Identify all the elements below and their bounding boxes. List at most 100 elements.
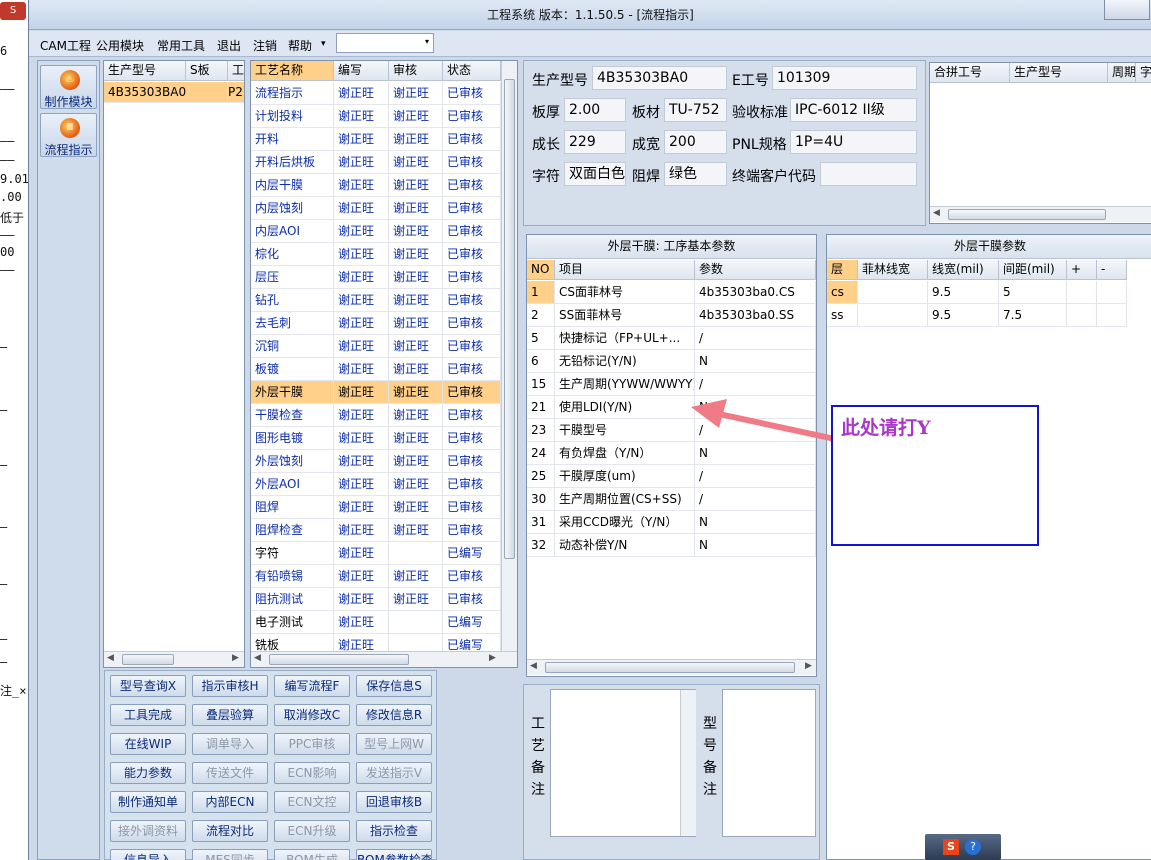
film-row-action[interactable]	[1097, 281, 1127, 304]
param-row-no[interactable]: 31	[527, 511, 555, 534]
process-row-name[interactable]: 阻抗测试	[251, 588, 334, 611]
input-method-icon[interactable]: S	[943, 839, 959, 855]
process-row-status[interactable]: 已编写	[443, 611, 501, 634]
process-row-writer[interactable]: 谢正旺	[334, 335, 389, 358]
process-row-writer[interactable]: 谢正旺	[334, 174, 389, 197]
action-button[interactable]: PPC审核	[274, 733, 350, 755]
process-row-reviewer[interactable]: 谢正旺	[389, 266, 443, 289]
merge-header-model[interactable]: 生产型号	[1010, 63, 1108, 83]
param-row-item[interactable]: 有负焊盘（Y/N）	[555, 442, 695, 465]
action-button[interactable]: 接外调资料	[110, 820, 186, 842]
process-row-name[interactable]: 内层蚀刻	[251, 197, 334, 220]
action-button[interactable]: 型号上网W	[356, 733, 432, 755]
process-row-reviewer[interactable]: 谢正旺	[389, 519, 443, 542]
thickness-value[interactable]: 2.00	[564, 98, 626, 122]
process-header-writer[interactable]: 编写	[334, 61, 389, 81]
process-row-reviewer[interactable]: 谢正旺	[389, 82, 443, 105]
film-row-film_width[interactable]	[858, 304, 928, 327]
action-button[interactable]: ECN影响	[274, 762, 350, 784]
process-row-status[interactable]: 已审核	[443, 266, 501, 289]
e-no-value[interactable]: 101309	[772, 66, 917, 90]
param-row-value[interactable]: N	[695, 534, 816, 557]
help-icon[interactable]: ?	[965, 839, 981, 855]
action-button[interactable]: 保存信息S	[356, 675, 432, 697]
param-row-no[interactable]: 25	[527, 465, 555, 488]
merge-header-cycle[interactable]: 周期	[1108, 63, 1136, 83]
process-row-writer[interactable]: 谢正旺	[334, 496, 389, 519]
process-row-name[interactable]: 阻焊	[251, 496, 334, 519]
process-row-writer[interactable]: 谢正旺	[334, 519, 389, 542]
process-row-status[interactable]: 已审核	[443, 289, 501, 312]
process-row-status[interactable]: 已审核	[443, 427, 501, 450]
process-row-name[interactable]: 层压	[251, 266, 334, 289]
params-hscroll[interactable]: ◀ ▶	[527, 659, 816, 675]
film-row-space[interactable]: 5	[999, 281, 1067, 304]
process-row-status[interactable]: 已审核	[443, 450, 501, 473]
film-header-layer[interactable]: 层	[827, 260, 858, 280]
param-row-no[interactable]: 1	[527, 281, 555, 304]
menu-cam[interactable]: CAM工程	[40, 37, 91, 54]
char-value[interactable]: 双面白色	[564, 162, 626, 186]
process-row-writer[interactable]: 谢正旺	[334, 220, 389, 243]
film-row-action[interactable]	[1097, 304, 1127, 327]
process-row-status[interactable]: 已审核	[443, 128, 501, 151]
process-row-writer[interactable]: 谢正旺	[334, 151, 389, 174]
menu-help-dropdown-icon[interactable]: ▾	[321, 39, 326, 49]
param-row-no[interactable]: 15	[527, 373, 555, 396]
param-row-value[interactable]: /	[695, 373, 816, 396]
process-row-status[interactable]: 已审核	[443, 105, 501, 128]
param-row-value[interactable]: N	[695, 511, 816, 534]
film-header-width[interactable]: 线宽(mil)	[928, 260, 999, 280]
process-row-name[interactable]: 流程指示	[251, 82, 334, 105]
process-row-writer[interactable]: 谢正旺	[334, 82, 389, 105]
action-button[interactable]: 修改信息R	[356, 704, 432, 726]
process-row-reviewer[interactable]: 谢正旺	[389, 565, 443, 588]
param-row-no[interactable]: 24	[527, 442, 555, 465]
menu-common-module[interactable]: 公用模块	[96, 37, 144, 54]
scroll-left-icon[interactable]: ◀	[933, 208, 940, 218]
process-row-writer[interactable]: 谢正旺	[334, 427, 389, 450]
params-header-no[interactable]: NO	[527, 260, 555, 280]
action-button[interactable]: 信息导入	[110, 849, 186, 860]
close-button[interactable]	[1104, 0, 1150, 20]
menu-help[interactable]: 帮助	[288, 37, 312, 54]
process-row-name[interactable]: 计划投料	[251, 105, 334, 128]
process-row-reviewer[interactable]: 谢正旺	[389, 404, 443, 427]
action-button[interactable]: 回退审核B	[356, 791, 432, 813]
param-row-value[interactable]: /	[695, 327, 816, 350]
param-row-value[interactable]: /	[695, 488, 816, 511]
action-button[interactable]: ECN升级	[274, 820, 350, 842]
film-header-add[interactable]: +	[1067, 260, 1097, 280]
process-row-reviewer[interactable]: 谢正旺	[389, 174, 443, 197]
process-row-status[interactable]: 已审核	[443, 565, 501, 588]
process-row-name[interactable]: 外层AOI	[251, 473, 334, 496]
action-button[interactable]: MES同步	[192, 849, 268, 860]
menu-logout[interactable]: 注销	[253, 37, 277, 54]
film-header-space[interactable]: 间距(mil)	[999, 260, 1067, 280]
process-row-name[interactable]: 棕化	[251, 243, 334, 266]
process-row-status[interactable]: 已审核	[443, 312, 501, 335]
params-header-value[interactable]: 参数	[695, 260, 816, 280]
process-grid-vscroll[interactable]	[501, 61, 517, 651]
model-grid-cell-model[interactable]: 4B35303BA0	[104, 82, 228, 103]
process-row-name[interactable]: 内层AOI	[251, 220, 334, 243]
process-row-reviewer[interactable]: 谢正旺	[389, 496, 443, 519]
process-row-name[interactable]: 钻孔	[251, 289, 334, 312]
param-row-value[interactable]: 4b35303ba0.SS	[695, 304, 816, 327]
process-row-writer[interactable]: 谢正旺	[334, 473, 389, 496]
params-header-item[interactable]: 项目	[555, 260, 695, 280]
merge-grid-hscroll[interactable]: ◀	[930, 206, 1151, 222]
process-row-writer[interactable]: 谢正旺	[334, 243, 389, 266]
param-row-value[interactable]: 4b35303ba0.CS	[695, 281, 816, 304]
menu-common-tools[interactable]: 常用工具	[157, 37, 205, 54]
action-button[interactable]: 型号查询X	[110, 675, 186, 697]
process-row-writer[interactable]: 谢正旺	[334, 266, 389, 289]
param-row-item[interactable]: 生产周期(YYWW/WWYY)	[555, 373, 695, 396]
scroll-right-icon[interactable]: ▶	[805, 661, 812, 671]
model-grid-hscroll[interactable]: ◀ ▶	[104, 651, 244, 667]
action-button[interactable]: 流程对比	[192, 820, 268, 842]
param-row-item[interactable]: 生产周期位置(CS+SS)	[555, 488, 695, 511]
model-grid-header-s[interactable]: S板	[186, 61, 228, 81]
film-row-action[interactable]	[1067, 304, 1097, 327]
process-row-writer[interactable]: 谢正旺	[334, 381, 389, 404]
